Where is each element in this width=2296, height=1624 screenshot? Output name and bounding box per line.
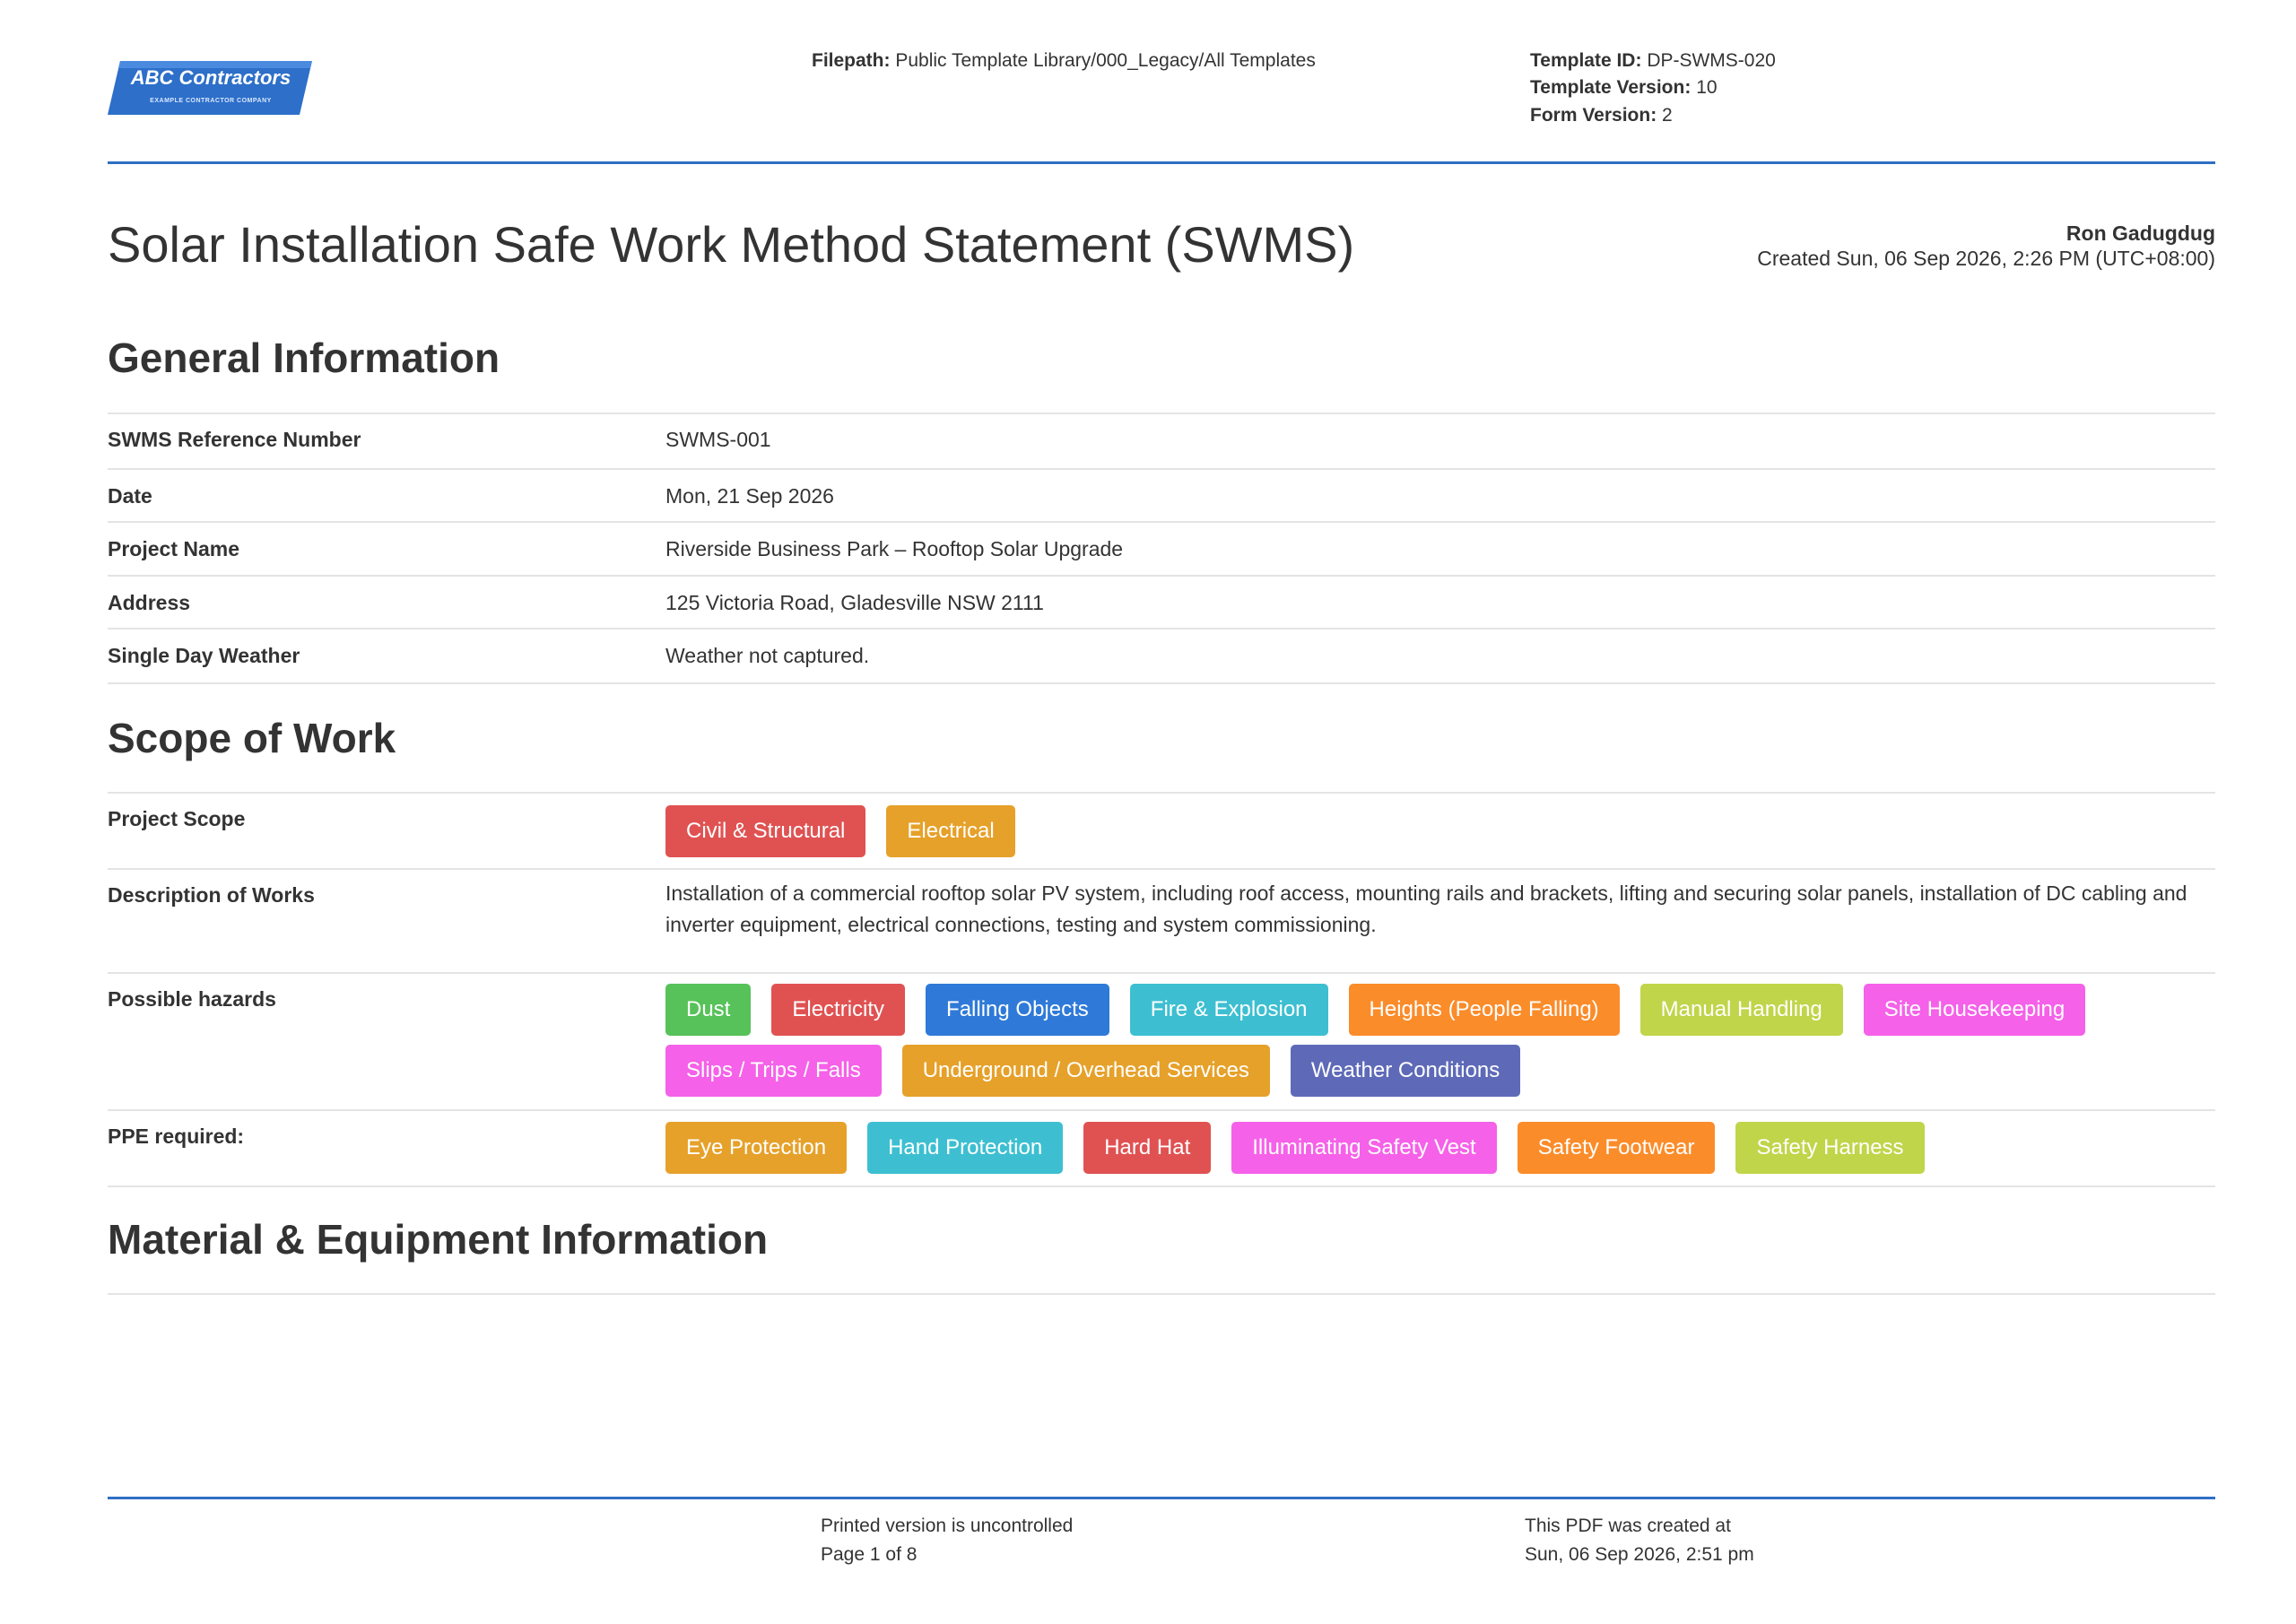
- form-version: Form Version: 2: [1530, 105, 1673, 126]
- field-label-ppe-required: PPE required:: [108, 1125, 245, 1148]
- field-label-date: Date: [108, 484, 152, 508]
- template-version-value: 10: [1696, 77, 1718, 98]
- uncontrolled-notice: Printed version is uncontrolled: [821, 1515, 1074, 1536]
- tag-manual-handling: Manual Handling: [1639, 984, 1843, 1036]
- logo-name: ABC Contractors: [130, 66, 291, 89]
- tag-electricity: Electricity: [771, 984, 906, 1036]
- tag-heights: Heights (People Falling): [1348, 984, 1620, 1036]
- tag-safety-harness: Safety Harness: [1735, 1122, 1925, 1174]
- filepath-label: Filepath:: [812, 50, 891, 71]
- field-label-weather: Single Day Weather: [108, 644, 300, 667]
- project-scope-tags: Civil & Structural Electrical: [665, 805, 2208, 857]
- tag-site-housekeeping: Site Housekeeping: [1863, 984, 2086, 1036]
- field-label-description: Description of Works: [108, 883, 315, 907]
- filepath-value: Public Template Library/000_Legacy/All T…: [895, 50, 1316, 71]
- pdf-created-label: This PDF was created at: [1525, 1515, 1731, 1536]
- created-date: Created Sun, 06 Sep 2026, 2:26 PM (UTC+0…: [1757, 247, 2215, 270]
- tag-hard-hat: Hard Hat: [1083, 1122, 1212, 1174]
- section-heading-material-equipment: Material & Equipment Information: [108, 1216, 769, 1263]
- tag-falling-objects: Falling Objects: [926, 984, 1109, 1036]
- field-value-reference-number: SWMS-001: [665, 428, 771, 451]
- footer-divider: [108, 1497, 2215, 1499]
- row-divider: [108, 868, 2215, 870]
- tag-safety-footwear: Safety Footwear: [1517, 1122, 1716, 1174]
- tag-illuminating-safety-vest: Illuminating Safety Vest: [1231, 1122, 1497, 1174]
- form-version-value: 2: [1662, 105, 1673, 126]
- footer-status: Printed version is uncontrolled Page 1 o…: [821, 1512, 1073, 1569]
- tag-slips-trips-falls: Slips / Trips / Falls: [665, 1045, 882, 1097]
- row-divider: [108, 1109, 2215, 1111]
- row-divider: [108, 1185, 2215, 1187]
- company-logo: ABC Contractors EXAMPLE CONTRACTOR COMPA…: [108, 59, 314, 118]
- field-label-project-scope: Project Scope: [108, 807, 246, 830]
- form-version-label: Form Version:: [1530, 105, 1657, 126]
- footer-pdf-created: This PDF was created at Sun, 06 Sep 2026…: [1525, 1512, 1754, 1569]
- field-value-address: 125 Victoria Road, Gladesville NSW 2111: [665, 591, 1044, 614]
- row-divider: [108, 628, 2215, 630]
- row-divider: [108, 413, 2215, 414]
- row-divider: [108, 521, 2215, 523]
- section-heading-scope-of-work: Scope of Work: [108, 715, 396, 761]
- field-value-weather: Weather not captured.: [665, 644, 870, 667]
- field-label-address: Address: [108, 591, 191, 614]
- row-divider: [108, 972, 2215, 974]
- tag-dust: Dust: [665, 984, 752, 1036]
- pdf-created-value: Sun, 06 Sep 2026, 2:51 pm: [1525, 1544, 1754, 1565]
- row-divider: [108, 1293, 2215, 1295]
- hazard-tags: Dust Electricity Falling Objects Fire & …: [665, 984, 2208, 1097]
- tag-hand-protection: Hand Protection: [867, 1122, 1064, 1174]
- row-divider: [108, 792, 2215, 794]
- page-title: Solar Installation Safe Work Method Stat…: [108, 216, 1355, 273]
- tag-fire-explosion: Fire & Explosion: [1129, 984, 1328, 1036]
- row-divider: [108, 682, 2215, 684]
- field-label-project-name: Project Name: [108, 537, 240, 560]
- tag-electrical: Electrical: [886, 805, 1015, 857]
- author-name: Ron Gadugdug: [2066, 221, 2215, 245]
- row-divider: [108, 575, 2215, 577]
- tag-weather-conditions: Weather Conditions: [1290, 1045, 1521, 1097]
- template-version-label: Template Version:: [1530, 77, 1692, 98]
- field-label-possible-hazards: Possible hazards: [108, 987, 276, 1011]
- author-block: Ron Gadugdug Created Sun, 06 Sep 2026, 2…: [1757, 221, 2215, 271]
- field-value-description: Installation of a commercial rooftop sol…: [665, 881, 2187, 936]
- row-divider: [108, 468, 2215, 470]
- logo-tagline: EXAMPLE CONTRACTOR COMPANY: [150, 98, 272, 104]
- field-label-reference-number: SWMS Reference Number: [108, 428, 361, 451]
- tag-underground-overhead-services: Underground / Overhead Services: [901, 1045, 1270, 1097]
- ppe-tags: Eye Protection Hand Protection Hard Hat …: [665, 1122, 2208, 1174]
- field-value-date: Mon, 21 Sep 2026: [665, 484, 834, 508]
- template-version: Template Version: 10: [1530, 77, 1718, 99]
- filepath: Filepath: Public Template Library/000_Le…: [812, 50, 1316, 72]
- template-id-value: DP-SWMS-020: [1647, 50, 1776, 71]
- page-number: Page 1 of 8: [821, 1544, 918, 1565]
- field-value-project-name: Riverside Business Park – Rooftop Solar …: [665, 537, 1124, 560]
- header-divider: [108, 161, 2215, 164]
- tag-civil-structural: Civil & Structural: [665, 805, 866, 857]
- tag-eye-protection: Eye Protection: [665, 1122, 848, 1174]
- section-heading-general-information: General Information: [108, 334, 500, 381]
- template-id-label: Template ID:: [1530, 50, 1642, 71]
- template-id: Template ID: DP-SWMS-020: [1530, 50, 1776, 72]
